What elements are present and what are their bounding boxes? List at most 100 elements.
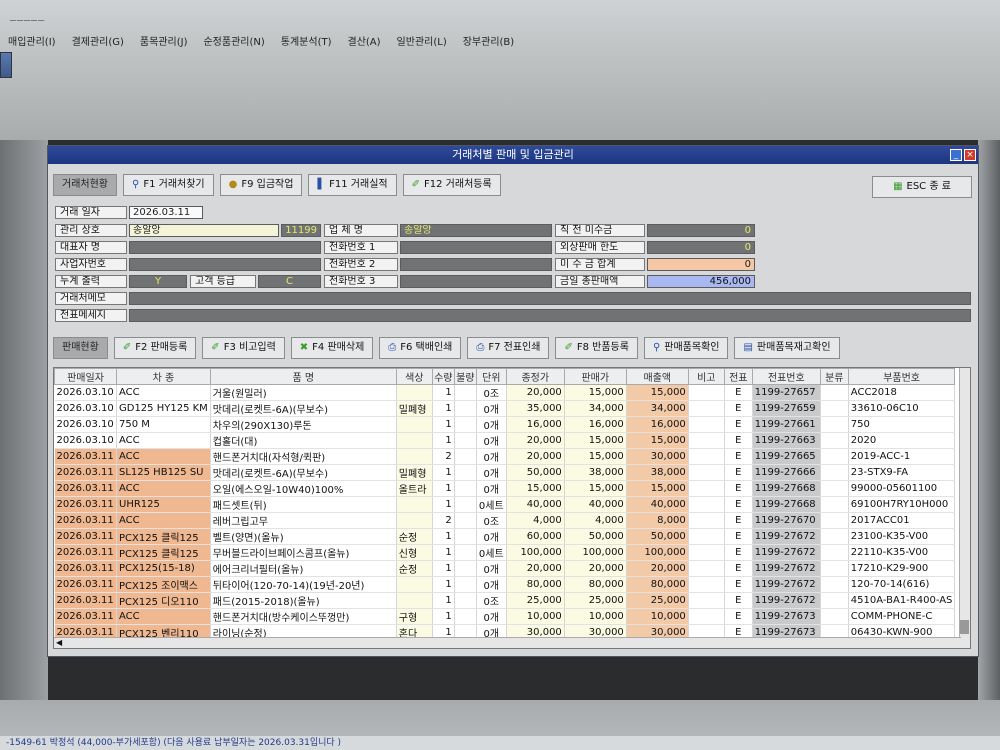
desktop-background-top (0, 0, 1000, 140)
menu-item[interactable]: 일반관리(L) (397, 33, 447, 48)
table-cell: 1199-27672 (752, 528, 821, 545)
scroll-thumb[interactable] (960, 620, 969, 634)
trade-date-field[interactable]: 2026.03.11 (129, 206, 203, 219)
biz-name-field[interactable]: 송알앙 (400, 224, 552, 237)
tab-pencil-2[interactable]: ✐ F3 비고입력 (202, 337, 285, 359)
tab-label: 판매현황 (62, 342, 99, 353)
table-row[interactable]: 2026.03.11 SL125 HB125 SU 맛데리(로켓트-6A)(무보수)… (54, 464, 956, 481)
table-row[interactable]: 2026.03.11 PCX125(15-18) 에어크리너필터(올뉴) 순정 1 0개 2… (54, 560, 956, 577)
table-row[interactable]: 2026.03.11 ACC 레버그립고무 2 0조 4,000 4,000 8,000 E 11… (54, 512, 956, 529)
menu-item[interactable]: 통계분석(T) (281, 33, 332, 48)
tab-bar-chart-3[interactable]: ▌ F11 거래실적 (308, 174, 397, 196)
tab-x-3[interactable]: ✖ F4 판매삭제 (290, 337, 374, 359)
table-row[interactable]: 2026.03.11 PCX125 클릭125 무버블드라이브페이스콤프(올뉴) 신형… (54, 544, 956, 561)
menu-item[interactable]: 결제관리(G) (72, 33, 124, 48)
grade-field[interactable]: C (258, 275, 321, 288)
cumulative-field[interactable]: Y (129, 275, 187, 288)
tel3-field[interactable] (400, 275, 552, 288)
credit-limit-field[interactable]: 0 (647, 241, 755, 254)
table-row[interactable]: 2026.03.10 750 M 차우의(290X130)루돈 1 0개 16,000 16… (54, 416, 956, 433)
table-row[interactable]: 2026.03.11 ACC 오일(에스오일-10W40)100% 올트라 1 0개 15,… (54, 480, 956, 497)
column-header[interactable]: 판매가 (563, 368, 627, 385)
desktop-app-icon[interactable] (0, 52, 12, 78)
table-cell: 1199-27670 (752, 512, 821, 529)
pencil-icon: ✐ (211, 342, 220, 353)
table-row[interactable]: 2026.03.10 GD125 HY125 KM 맛데리(로켓트-6A)(무보수)… (54, 400, 956, 417)
esc-close-button[interactable]: ▦ ESC 종 료 (872, 176, 972, 198)
table-row[interactable]: 2026.03.11 PCX125 디오110 패드(2015-2018)(올뉴) 1… (54, 592, 956, 609)
table-cell: 20,000 (506, 560, 565, 577)
table-row[interactable]: 2026.03.11 UHR125 패드셋트(뒤) 1 0세트 40,000 40,000 4… (54, 496, 956, 513)
table-row[interactable]: 2026.03.11 ACC 핸드폰거치대(방수케이스뚜껑만) 구형 1 0개 10,000… (54, 608, 956, 625)
table-cell: 거울(원밀러) (210, 384, 397, 401)
table-cell (688, 432, 725, 449)
table-cell (688, 576, 725, 593)
biz-no-field[interactable] (129, 258, 321, 271)
table-cell (454, 384, 477, 401)
column-header[interactable]: 매출액 (625, 368, 689, 385)
tab-main-0[interactable]: 판매현황 (53, 337, 108, 359)
table-row[interactable]: 2026.03.11 PCX125 조이맥스 뒤타이어(120-70-14)(19년… (54, 576, 956, 593)
column-header[interactable]: 불량 (453, 368, 477, 385)
column-header[interactable]: 전표 (723, 368, 753, 385)
tab-search-1[interactable]: ⚲ F1 거래처찾기 (123, 174, 214, 196)
horizontal-scrollbar[interactable]: ◀ (54, 637, 961, 648)
tab-pencil-6[interactable]: ✐ F8 반품등록 (555, 337, 638, 359)
tab-main-0[interactable]: 거래처현황 (53, 174, 117, 196)
tab-pencil-1[interactable]: ✐ F2 판매등록 (113, 337, 197, 359)
table-cell: 15,000 (564, 448, 627, 465)
column-header[interactable]: 수량 (431, 368, 455, 385)
column-header[interactable]: 전표번호 (751, 368, 821, 385)
tel2-field[interactable] (400, 258, 552, 271)
memo-field[interactable] (129, 292, 971, 305)
column-header[interactable]: 부품번호 (847, 368, 956, 385)
vertical-scrollbar[interactable] (959, 368, 970, 648)
column-header[interactable]: 품 명 (209, 368, 397, 385)
close-icon[interactable]: × (964, 149, 976, 161)
table-row[interactable]: 2026.03.11 ACC 핸드폰거치대(자석형/퀵판) 2 0개 20,000 15,0… (54, 448, 956, 465)
table-header-row: 판매일자 차 종품 명 색상 수량 불량 단위 종정가 판매가 매출액 비고 전표 전표번호 분류 부품번… (54, 368, 956, 385)
table-cell: 1 (432, 592, 455, 609)
table-cell (688, 448, 725, 465)
column-header[interactable]: 판매일자 (54, 368, 117, 385)
menu-item[interactable]: 결산(A) (348, 33, 381, 48)
column-header[interactable]: 색상 (395, 368, 433, 385)
tab-printer-4[interactable]: ⎙ F6 택배인쇄 (379, 337, 462, 359)
table-cell: 0개 (476, 560, 507, 577)
table-cell: 맛데리(로켓트-6A)(무보수) (210, 464, 397, 481)
table-row[interactable]: 2026.03.10 ACC 컵홀더(대) 1 0개 20,000 15,000 15,000… (54, 432, 956, 449)
today-sales-label: 금일 총판매액 (555, 275, 645, 288)
menu-item[interactable]: 매입관리(I) (8, 33, 56, 48)
tab-document-8[interactable]: ▤ 판매품목재고확인 (734, 337, 840, 359)
table-row[interactable]: 2026.03.11 PCX125 클릭125 벨트(양면)(올뉴) 순정 1 0개 60,… (54, 528, 956, 545)
table-cell (820, 400, 849, 417)
column-header[interactable]: 종정가 (505, 368, 565, 385)
company-code-field[interactable]: 11199 (281, 224, 321, 237)
menu-item[interactable]: 순정품관리(N) (203, 33, 264, 48)
tab-search-7[interactable]: ⚲ 판매품목확인 (643, 337, 729, 359)
minimize-icon[interactable]: _ (950, 149, 962, 161)
rep-field[interactable] (129, 241, 321, 254)
table-cell: 99000-05601100 (848, 480, 956, 497)
table-cell: 2026.03.11 (54, 480, 117, 497)
company-field[interactable]: 송알앙 (129, 224, 279, 237)
column-header[interactable]: 차 종 (116, 368, 211, 385)
column-header[interactable]: 분류 (819, 368, 849, 385)
column-header[interactable]: 비고 (687, 368, 725, 385)
menu-item[interactable]: 품목관리(J) (140, 33, 188, 48)
tab-printer-5[interactable]: ⎙ F7 전표인쇄 (467, 337, 550, 359)
slip-message-field[interactable] (129, 309, 971, 322)
column-header[interactable]: 단위 (475, 368, 507, 385)
table-cell: PCX125(15-18) (116, 560, 211, 577)
table-cell: 1 (432, 544, 455, 561)
table-cell (454, 432, 477, 449)
table-row[interactable]: 2026.03.10 ACC 거울(원밀러) 1 0조 20,000 15,000 15,00… (54, 384, 956, 401)
tab-coin-2[interactable]: ● F9 입금작업 (219, 174, 303, 196)
prev-unpaid-label: 직 전 미수금 (555, 224, 645, 237)
menu-item[interactable]: 장부관리(B) (463, 33, 514, 48)
table-cell (454, 544, 477, 561)
table-cell: 1 (432, 528, 455, 545)
tel1-field[interactable] (400, 241, 552, 254)
table-cell: 2026.03.11 (54, 608, 117, 625)
tab-pencil-4[interactable]: ✐ F12 거래처등록 (402, 174, 501, 196)
